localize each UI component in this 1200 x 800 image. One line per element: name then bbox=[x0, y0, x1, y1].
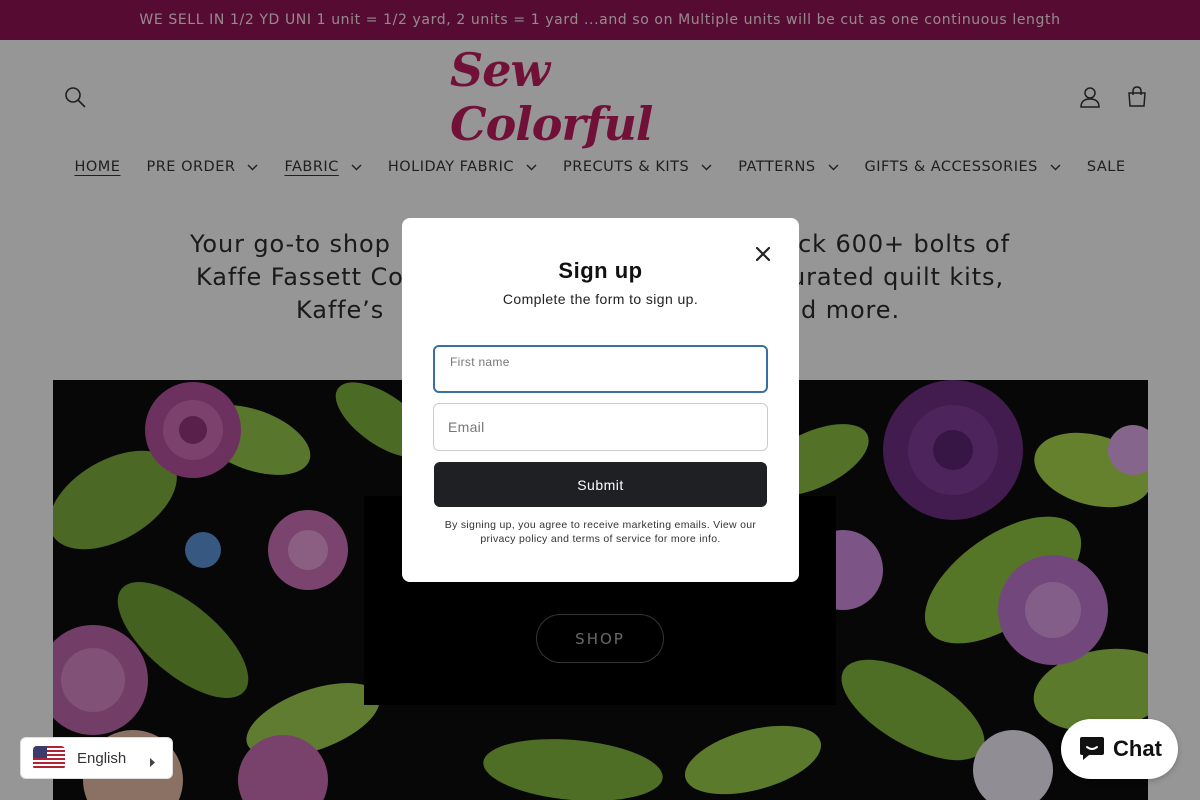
language-label: English bbox=[77, 749, 127, 767]
email-field[interactable] bbox=[433, 403, 768, 451]
caret-right-icon bbox=[149, 753, 156, 772]
chat-label: Chat bbox=[1113, 736, 1162, 761]
language-selector[interactable]: English bbox=[20, 737, 173, 779]
chat-button[interactable]: Chat bbox=[1061, 719, 1178, 779]
modal-title: Sign up bbox=[558, 258, 643, 283]
modal-subtitle: Complete the form to sign up. bbox=[502, 291, 699, 307]
us-flag-icon bbox=[33, 746, 65, 770]
submit-button[interactable]: Submit bbox=[434, 462, 767, 507]
legal-text: By signing up, you agree to receive mark… bbox=[444, 519, 757, 545]
first-name-input[interactable] bbox=[449, 359, 749, 393]
signup-modal: Sign up Complete the form to sign up. Fi… bbox=[402, 218, 799, 582]
email-input[interactable] bbox=[448, 404, 748, 450]
first-name-field[interactable]: First name bbox=[433, 345, 768, 393]
chat-bubble-icon bbox=[1077, 736, 1107, 762]
